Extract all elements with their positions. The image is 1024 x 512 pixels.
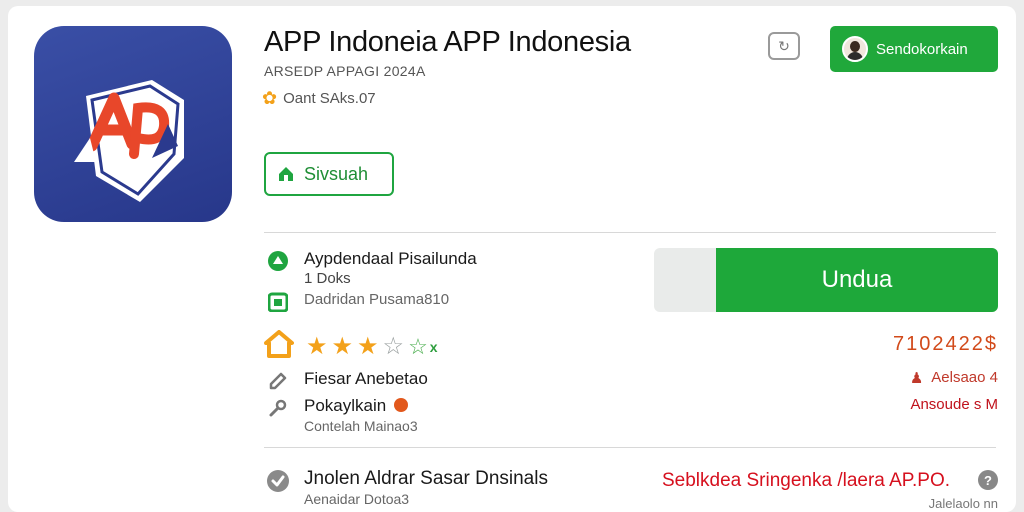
bottom-right-text: Jalelaolo nn [928, 496, 998, 511]
rating-count: 7102422$ [893, 333, 998, 355]
home-icon [279, 167, 293, 181]
status-button-label: Sivsuah [304, 163, 369, 184]
info-row-1-label: Fiesar Anebetao [304, 369, 428, 388]
app-meta: ✿ Oant SAks.07 [262, 89, 376, 107]
gear-icon: ✿ [262, 88, 278, 108]
bottom-row: Jnolen Aldrar Sasar Dnsinals Aenaidar Do… [264, 469, 548, 509]
house-icon [264, 330, 294, 363]
info-row-2: Pokaylkain Contelah Mainao3 [264, 396, 418, 436]
bottom-sub-text: Aenaidar Dotoa3 [304, 491, 410, 507]
star-full-icon: ★ [331, 332, 354, 360]
rating-stars: ★ ★ ★ ☆ ☆ x [264, 330, 438, 363]
developer-row: Aypdendaal Pisailunda 1 Doks [264, 249, 477, 289]
download-button[interactable]: Undua [716, 248, 998, 312]
app-title: APP Indoneia APP Indonesia [264, 26, 631, 58]
bottom-warning-text[interactable]: Seblkdea Sringenka /laera AP.PO. [662, 470, 950, 492]
developer-docs: 1 Doks [304, 270, 351, 287]
bottom-main-text: Jnolen Aldrar Sasar Dnsinals [304, 468, 548, 489]
info-row-2-label: Pokaylkain [304, 396, 387, 415]
right-info-line-2: Ansoude s M [910, 396, 998, 413]
info-row-1: Fiesar Anebetao [264, 369, 428, 393]
divider [264, 447, 996, 448]
cta-button-label: Sendokorkain [876, 40, 968, 58]
check-circle-icon [264, 469, 292, 493]
right-info-line-1-text: Aelsaao 4 [931, 369, 998, 386]
info-row-2-main: Pokaylkain [304, 396, 418, 416]
developer-name: Aypdendaal Pisailunda [304, 249, 477, 268]
star-outline-icon: ☆ [408, 333, 428, 359]
info-row-2-sub: Contelah Mainao3 [304, 418, 418, 434]
star-full-icon: ★ [306, 332, 328, 360]
help-icon[interactable]: ? [978, 470, 998, 490]
status-button[interactable]: Sivsuah [264, 152, 394, 196]
pencil-icon [264, 369, 292, 393]
calendar-icon [264, 290, 292, 314]
app-logo-icon [34, 26, 232, 222]
developer-source: Dadridan Pusama810 [304, 291, 450, 308]
app-subtitle: ARSEDP APPAGI 2024A [264, 63, 426, 79]
leaf-icon [264, 249, 292, 273]
wrench-icon [264, 396, 292, 420]
source-row: Dadridan Pusama810 [264, 290, 449, 314]
divider [264, 232, 996, 233]
refresh-icon: ↻ [778, 37, 790, 54]
download-button-label: Undua [821, 266, 893, 293]
close-mark-icon: x [429, 338, 438, 355]
star-full-icon: ★ [357, 332, 379, 360]
developer-cta-button[interactable]: Sendokorkain [830, 26, 998, 72]
share-button[interactable]: ↻ [768, 32, 800, 60]
avatar [842, 36, 868, 62]
badge-icon [393, 398, 408, 412]
rating-text: Oant SAks.07 [283, 89, 376, 107]
star-empty-icon: ☆ [382, 332, 405, 360]
user-icon: ♟ [909, 370, 924, 387]
right-info-line-1: ♟ Aelsaao 4 [910, 369, 998, 387]
